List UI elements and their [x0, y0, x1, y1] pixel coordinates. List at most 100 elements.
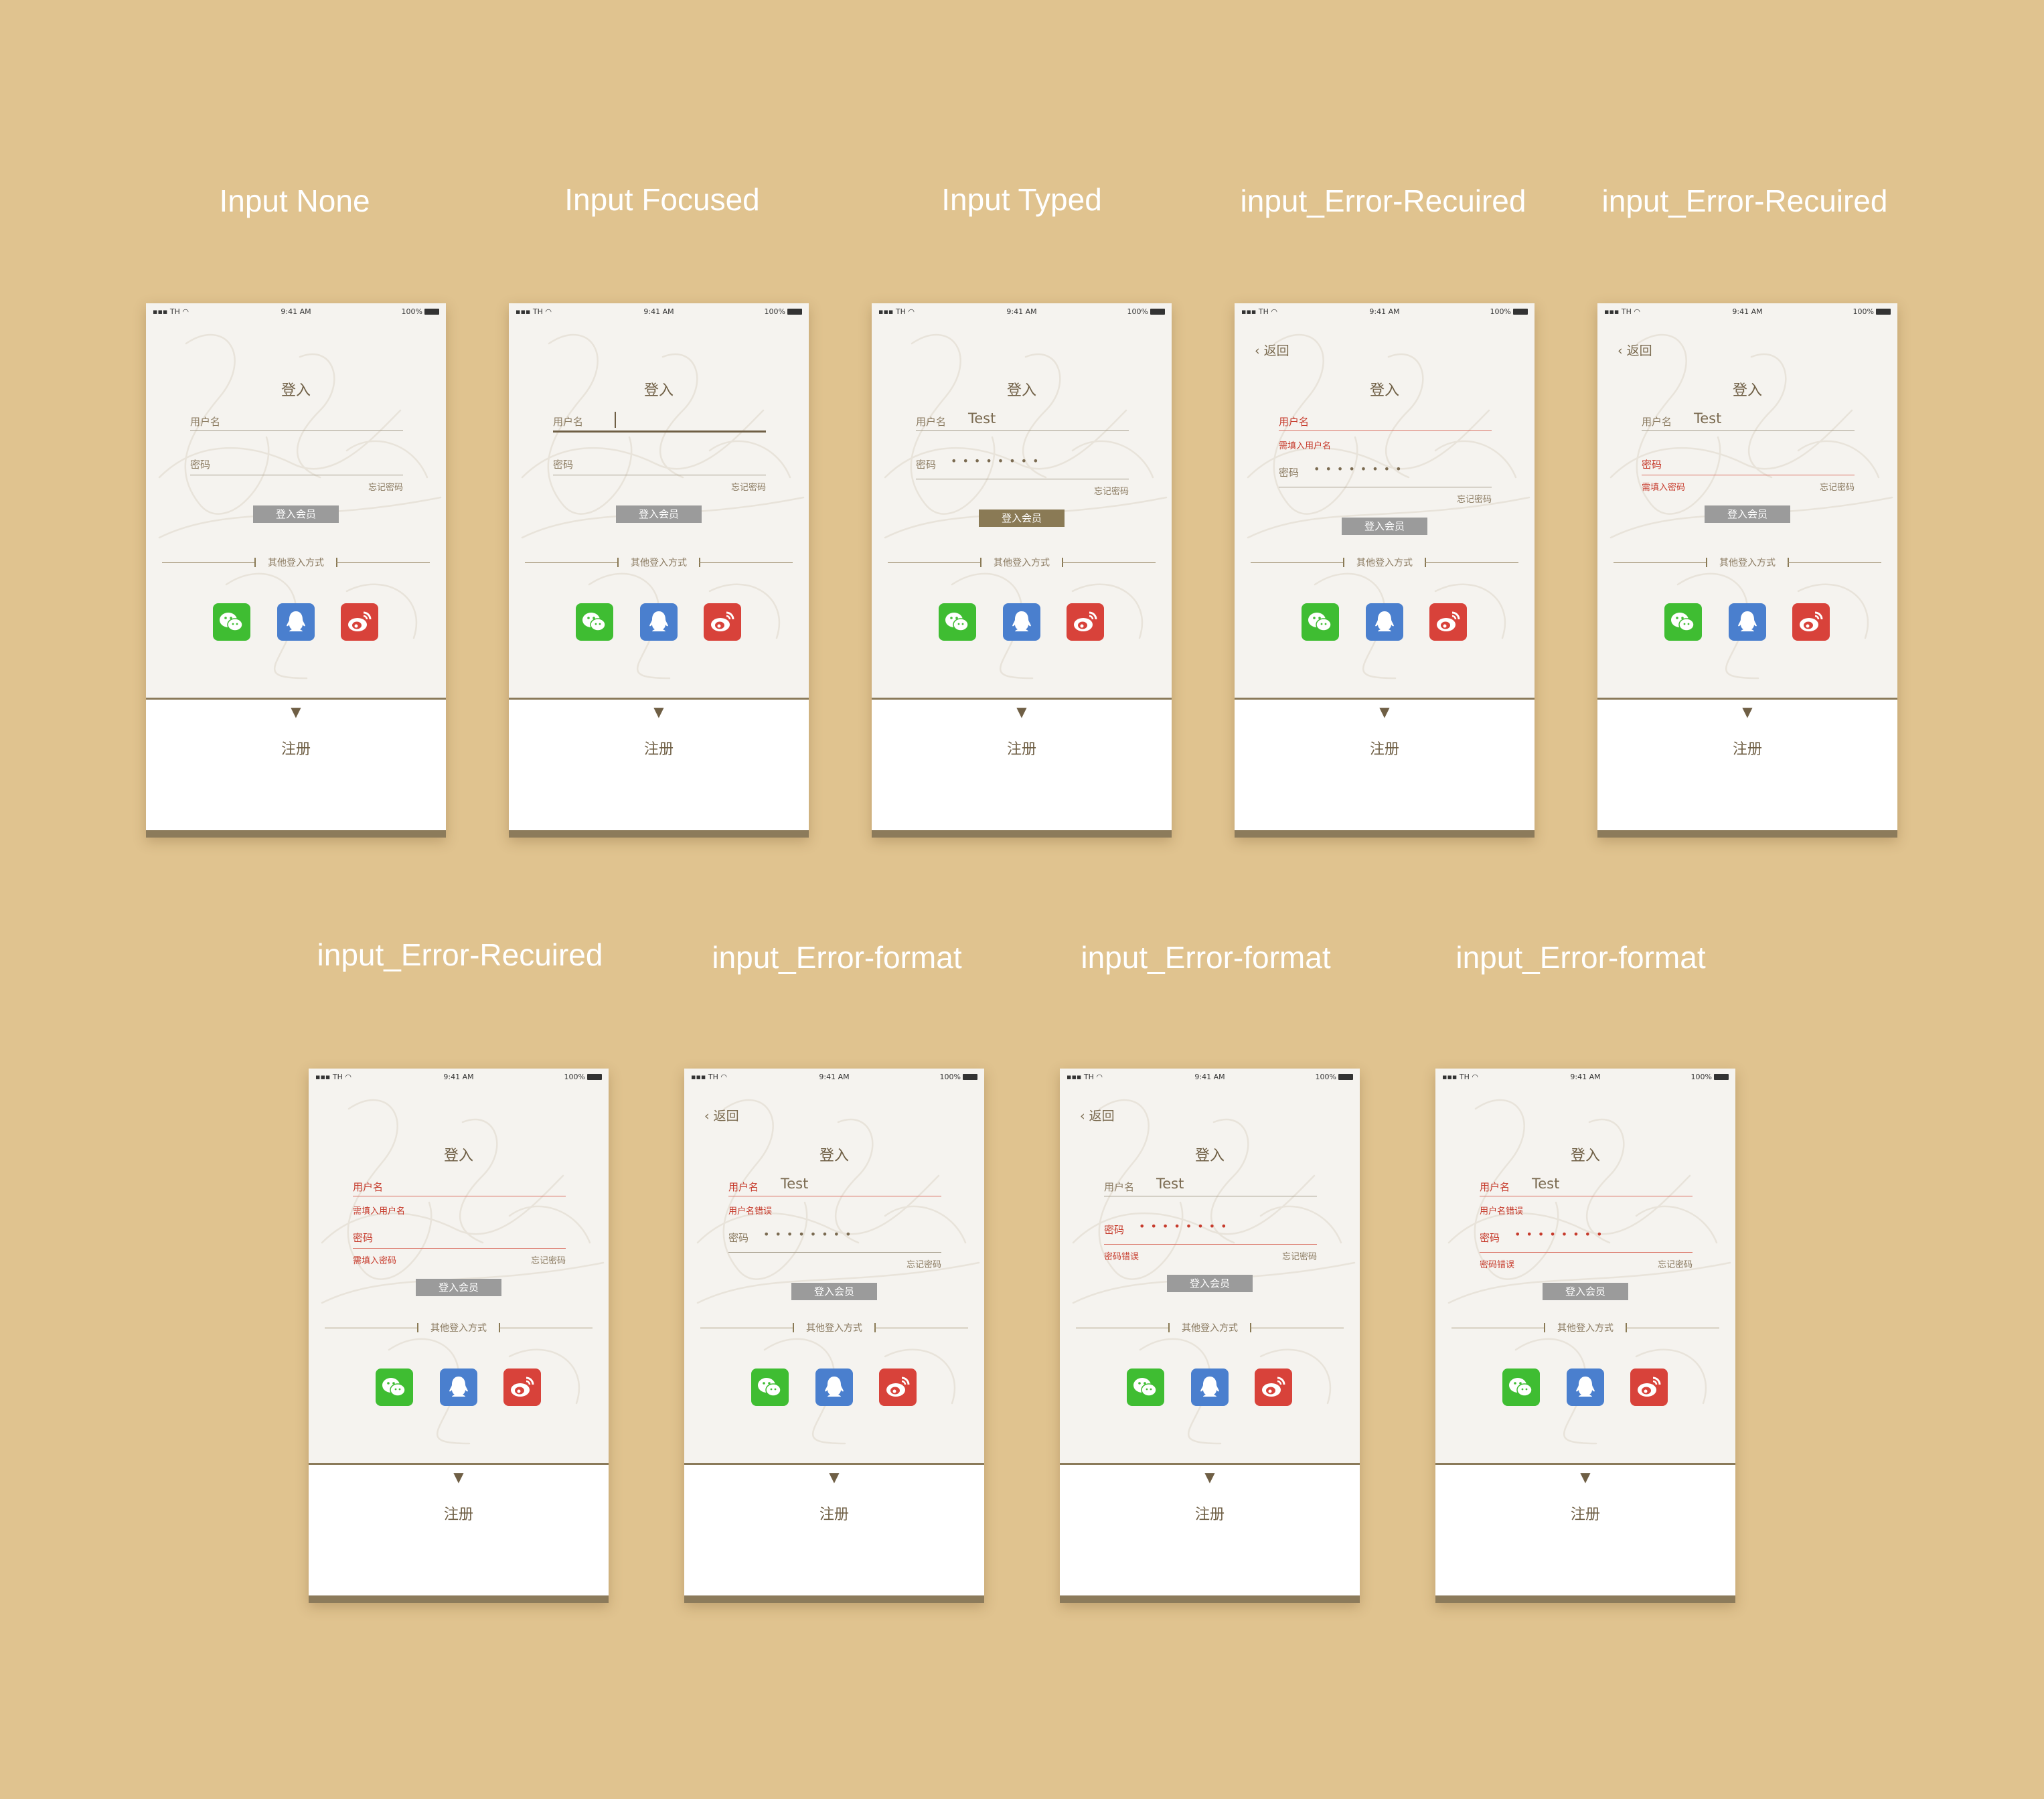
qq-login-button[interactable] [1567, 1368, 1604, 1406]
battery-percent: 100% [1853, 307, 1874, 316]
battery-indicator: 100% [402, 307, 439, 316]
forgot-password-link[interactable]: 忘记密码 [1658, 1257, 1693, 1270]
forgot-password-link[interactable]: 忘记密码 [1820, 480, 1855, 493]
weibo-login-button[interactable] [1255, 1368, 1292, 1406]
username-field[interactable]: 用户名 Test [1104, 1176, 1317, 1210]
chevron-down-icon[interactable]: ▼ [1597, 704, 1897, 720]
username-field[interactable]: 用户名 需填入用户名 [1279, 412, 1492, 451]
weibo-login-button[interactable] [503, 1368, 541, 1406]
weibo-login-button[interactable] [1630, 1368, 1668, 1406]
login-button[interactable]: 登入会员 [1705, 505, 1790, 523]
chevron-down-icon[interactable]: ▼ [872, 704, 1172, 720]
register-button[interactable]: 注册 [1235, 737, 1535, 759]
register-button[interactable]: 注册 [1597, 737, 1897, 759]
wechat-login-button[interactable] [939, 603, 976, 641]
state-title: input_Error-Recuired [1601, 183, 1888, 218]
chevron-down-icon[interactable]: ▼ [1435, 1469, 1735, 1485]
qq-login-button[interactable] [1729, 603, 1766, 641]
qq-login-button[interactable] [440, 1368, 477, 1406]
back-button[interactable]: ‹ 返回 [704, 1106, 739, 1124]
wechat-login-button[interactable] [1502, 1368, 1540, 1406]
login-button[interactable]: 登入会员 [979, 510, 1065, 527]
back-button[interactable]: ‹ 返回 [1080, 1106, 1115, 1124]
username-label: 用户名 [916, 416, 947, 428]
register-button[interactable]: 注册 [1435, 1502, 1735, 1524]
weibo-login-button[interactable] [1429, 603, 1467, 641]
state-title: Input Focused [564, 182, 760, 217]
wechat-login-button[interactable] [376, 1368, 413, 1406]
chevron-down-icon[interactable]: ▼ [509, 704, 809, 720]
register-button[interactable]: 注册 [1060, 1502, 1360, 1524]
qq-login-button[interactable] [815, 1368, 853, 1406]
weibo-login-button[interactable] [879, 1368, 917, 1406]
qq-icon [1366, 603, 1403, 641]
password-field[interactable]: 密码 •••••••• [1279, 463, 1492, 496]
register-button[interactable]: 注册 [146, 737, 446, 759]
wechat-login-button[interactable] [576, 603, 613, 641]
wechat-login-button[interactable] [1664, 603, 1702, 641]
register-button[interactable]: 注册 [509, 737, 809, 759]
battery-icon [1714, 1074, 1729, 1080]
wechat-login-button[interactable] [213, 603, 250, 641]
wechat-icon [1502, 1368, 1540, 1406]
bottom-bar [309, 1595, 609, 1603]
chevron-down-icon[interactable]: ▼ [146, 704, 446, 720]
password-error: 需填入密码 [353, 1256, 397, 1266]
qq-login-button[interactable] [1191, 1368, 1229, 1406]
wechat-login-button[interactable] [1127, 1368, 1164, 1406]
forgot-password-link[interactable]: 忘记密码 [1457, 492, 1492, 505]
forgot-password-link[interactable]: 忘记密码 [368, 480, 403, 493]
username-field[interactable]: 用户名 Test [916, 410, 1129, 445]
password-field[interactable]: 密码 •••••••• 密码错误 [1480, 1228, 1693, 1270]
username-field[interactable]: 用户名 [190, 412, 403, 445]
password-underline [728, 1252, 941, 1253]
forgot-password-link[interactable]: 忘记密码 [731, 480, 766, 493]
username-field[interactable]: 用户名 Test [1642, 410, 1855, 445]
username-field[interactable]: 用户名 Test 用户名错误 [1480, 1176, 1693, 1217]
login-button[interactable]: 登入会员 [1167, 1275, 1253, 1292]
back-button[interactable]: ‹ 返回 [1255, 341, 1289, 359]
chevron-down-icon[interactable]: ▼ [684, 1469, 984, 1485]
qq-login-button[interactable] [640, 603, 678, 641]
username-field[interactable]: 用户名 [553, 412, 766, 445]
register-button[interactable]: 注册 [309, 1502, 609, 1524]
weibo-login-button[interactable] [704, 603, 741, 641]
battery-percent: 100% [1315, 1073, 1336, 1081]
username-field[interactable]: 用户名 Test 用户名错误 [728, 1176, 941, 1217]
back-button[interactable]: ‹ 返回 [1618, 341, 1652, 359]
login-button[interactable]: 登入会员 [1342, 518, 1427, 535]
qq-icon [815, 1368, 853, 1406]
login-button[interactable]: 登入会员 [253, 505, 339, 523]
chevron-down-icon[interactable]: ▼ [1235, 704, 1535, 720]
wechat-login-button[interactable] [751, 1368, 789, 1406]
login-button[interactable]: 登入会员 [616, 505, 702, 523]
login-button[interactable]: 登入会员 [416, 1279, 501, 1296]
password-field[interactable]: 密码 •••••••• [728, 1228, 941, 1261]
qq-icon [1191, 1368, 1229, 1406]
forgot-password-link[interactable]: 忘记密码 [531, 1253, 566, 1266]
weibo-login-button[interactable] [1067, 603, 1104, 641]
password-field[interactable]: 密码 •••••••• [916, 455, 1129, 488]
chevron-down-icon[interactable]: ▼ [309, 1469, 609, 1485]
register-button[interactable]: 注册 [684, 1502, 984, 1524]
username-label: 用户名 [553, 416, 584, 428]
qq-login-button[interactable] [1366, 603, 1403, 641]
login-button[interactable]: 登入会员 [791, 1283, 877, 1300]
weibo-login-button[interactable] [341, 603, 378, 641]
register-panel: ▼ 注册 [1235, 698, 1535, 832]
forgot-password-link[interactable]: 忘记密码 [1282, 1249, 1317, 1262]
weibo-login-button[interactable] [1792, 603, 1830, 641]
qq-login-button[interactable] [1003, 603, 1040, 641]
forgot-password-link[interactable]: 忘记密码 [907, 1257, 941, 1270]
qq-login-button[interactable] [277, 603, 315, 641]
password-field[interactable]: 密码 •••••••• 密码错误 [1104, 1220, 1317, 1262]
register-button[interactable]: 注册 [872, 737, 1172, 759]
forgot-password-link[interactable]: 忘记密码 [1094, 484, 1129, 497]
status-bar: ▪▪▪ TH ◠ 9:41 AM 100% [872, 303, 1172, 321]
username-field[interactable]: 用户名 需填入用户名 [353, 1177, 566, 1217]
login-button[interactable]: 登入会员 [1543, 1283, 1628, 1300]
chevron-down-icon[interactable]: ▼ [1060, 1469, 1360, 1485]
wechat-login-button[interactable] [1302, 603, 1339, 641]
password-label: 密码 [916, 459, 937, 471]
page-title: 登入 [443, 1148, 473, 1164]
